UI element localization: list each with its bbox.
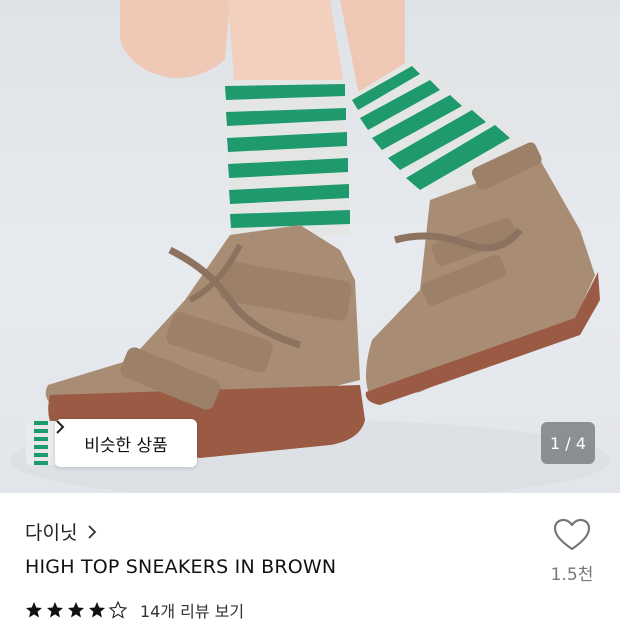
heart-outline-icon [553, 518, 591, 551]
left-sock [225, 80, 350, 240]
chevron-right-icon [88, 524, 97, 539]
chevron-right-icon [56, 420, 65, 434]
product-title: HIGH TOP SNEAKERS IN BROWN [25, 556, 337, 578]
star-rating-icon [26, 601, 128, 619]
product-image-gallery[interactable]: 비슷한 상품 1 / 4 [0, 0, 620, 493]
like-count: 1.5천 [550, 565, 594, 585]
similar-thumbnail [26, 421, 56, 465]
right-shoe [365, 142, 600, 405]
brand-name: 다이닛 [25, 522, 78, 544]
image-counter: 1 / 4 [541, 422, 595, 464]
like-button[interactable]: 1.5천 [540, 518, 604, 598]
similar-products-label: 비슷한 상품 [84, 435, 168, 456]
review-link[interactable]: 14개 리뷰 보기 [140, 598, 244, 622]
brand-link[interactable]: 다이닛 [25, 518, 97, 545]
rating-row[interactable]: 14개 리뷰 보기 [25, 598, 244, 622]
similar-products-button[interactable]: 비슷한 상품 [55, 419, 197, 467]
